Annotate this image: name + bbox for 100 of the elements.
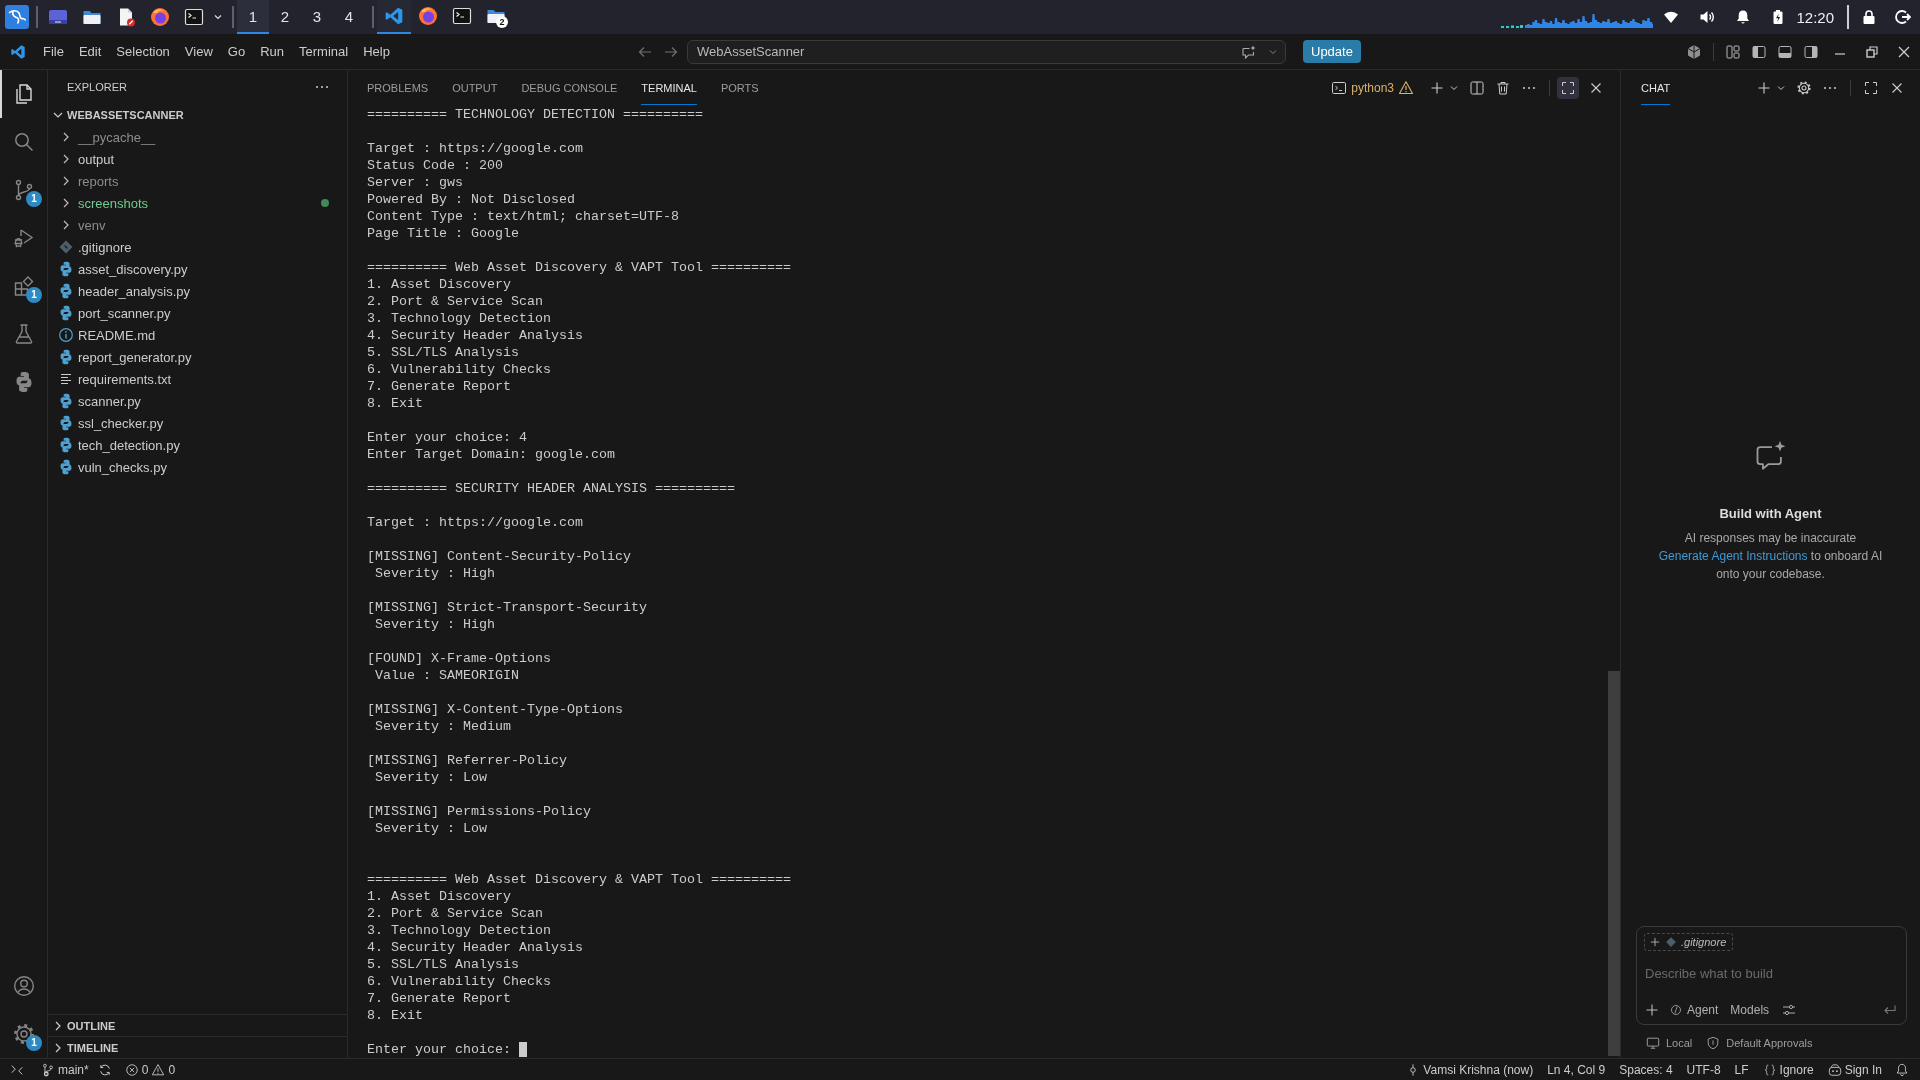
menu-item[interactable]: Help: [356, 34, 398, 69]
explorer-title: EXPLORER: [67, 81, 127, 93]
section-header[interactable]: OUTLINE: [48, 1014, 347, 1036]
app-menu-icon[interactable]: [5, 5, 29, 29]
speaker-icon[interactable]: [1699, 9, 1716, 25]
restore-icon[interactable]: [1864, 43, 1880, 60]
cube-icon[interactable]: [1686, 43, 1702, 60]
tree-item[interactable]: vuln_checks.py: [48, 456, 347, 478]
activity-item[interactable]: 1: [0, 262, 47, 310]
diamond-icon: [1665, 936, 1677, 948]
workspace-button[interactable]: 2: [269, 0, 301, 34]
mode-button[interactable]: Agent: [1670, 1003, 1719, 1017]
clock[interactable]: 12:20: [1796, 8, 1834, 26]
tree-item[interactable]: port_scanner.py: [48, 302, 347, 324]
chat-tab[interactable]: CHAT: [1641, 70, 1671, 105]
terminal-line: Status Code : 200: [367, 157, 503, 174]
panel-tab[interactable]: TERMINAL: [641, 70, 697, 105]
tree-item[interactable]: README.md: [48, 324, 347, 346]
remote-icon[interactable]: [10, 1062, 24, 1077]
trash-icon[interactable]: [1495, 79, 1511, 96]
sliders-icon[interactable]: [1781, 1002, 1798, 1018]
author-button[interactable]: Vamsi Krishna (now): [1399, 1059, 1541, 1080]
local-button[interactable]: Local: [1646, 1036, 1693, 1050]
terminal-line: 5. SSL/TLS Analysis: [367, 344, 519, 361]
tree-item[interactable]: ssl_checker.py: [48, 412, 347, 434]
tree-item[interactable]: requirements.txt: [48, 368, 347, 390]
scrollbar-thumb[interactable]: [1608, 671, 1620, 1056]
tree-item[interactable]: tech_detection.py: [48, 434, 347, 456]
menu-item[interactable]: Selection: [109, 34, 178, 69]
bell-icon[interactable]: [1895, 1062, 1909, 1077]
branch-button[interactable]: main*: [34, 1059, 96, 1080]
status-item[interactable]: LF: [1727, 1059, 1756, 1080]
status-item[interactable]: Spaces: 4: [1612, 1059, 1680, 1080]
menu-item[interactable]: Edit: [71, 34, 110, 69]
lock-icon[interactable]: [1861, 9, 1877, 25]
terminal-line: Page Title : Google: [367, 225, 519, 242]
taskbar-window[interactable]: 2: [479, 0, 513, 34]
tree-item[interactable]: header_analysis.py: [48, 280, 347, 302]
sidebar-left-icon[interactable]: [1751, 43, 1767, 60]
menu-item[interactable]: Run: [253, 34, 292, 69]
status-dot-icon: [321, 199, 329, 207]
split-icon[interactable]: [1469, 79, 1485, 96]
menu-item[interactable]: Terminal: [292, 34, 357, 69]
layout-grid-icon[interactable]: [1725, 43, 1741, 60]
workspace-button[interactable]: 3: [301, 0, 333, 34]
panel-tab[interactable]: PORTS: [720, 70, 759, 105]
plus-icon[interactable]: [1644, 1002, 1660, 1018]
panel-tab[interactable]: DEBUG CONSOLE: [521, 70, 618, 105]
logout-icon[interactable]: [1895, 9, 1911, 25]
workspace-button[interactable]: 1: [237, 0, 269, 34]
settings-icon[interactable]: [1796, 79, 1812, 96]
activity-item[interactable]: 1: [0, 166, 47, 214]
terminal-selector[interactable]: python3: [1331, 79, 1414, 96]
tree-item[interactable]: .gitignore: [48, 236, 347, 258]
terminal-icon[interactable]: [184, 7, 204, 27]
instructions-link[interactable]: Generate Agent Instructions: [1658, 549, 1808, 563]
status-item[interactable]: UTF-8: [1679, 1059, 1728, 1080]
panel-tab[interactable]: PROBLEMS: [367, 70, 429, 105]
tree-item[interactable]: scanner.py: [48, 390, 347, 412]
workspace-folder[interactable]: WEBASSETSCANNER: [48, 104, 347, 126]
maximize-button[interactable]: [1557, 76, 1579, 99]
terminal-line: [MISSING] Strict-Transport-Security: [367, 599, 647, 616]
prompt-field[interactable]: Describe what to build: [1644, 962, 1898, 984]
tree-item[interactable]: __pycache__: [48, 126, 347, 148]
browser-icon[interactable]: [150, 7, 170, 27]
terminal-line: Content Type : text/html; charset=UTF-8: [367, 208, 679, 225]
sidebar-right-icon[interactable]: [1803, 43, 1819, 60]
terminal-line: 8. Exit: [367, 1007, 423, 1024]
panel-bottom-icon[interactable]: [1777, 43, 1793, 60]
editor-logo-icon[interactable]: [10, 43, 26, 60]
maximize-icon[interactable]: [1863, 79, 1879, 96]
tree-item[interactable]: reports: [48, 170, 347, 192]
approvals-button[interactable]: Default Approvals: [1706, 1036, 1813, 1050]
problems-button[interactable]: 0 0: [117, 1059, 183, 1080]
activity-item[interactable]: 1: [0, 1010, 47, 1058]
terminal-line: [FOUND] X-Frame-Options: [367, 650, 551, 667]
menu-item[interactable]: Go: [220, 34, 254, 69]
tree-item[interactable]: venv: [48, 214, 347, 236]
menu-item[interactable]: View: [177, 34, 221, 69]
language-mode-button[interactable]: Ignore: [1755, 1059, 1821, 1080]
bell-icon[interactable]: [1735, 9, 1752, 25]
panel-tab[interactable]: OUTPUT: [452, 70, 498, 105]
snake-file-icon: [58, 261, 74, 277]
info-icon: [58, 327, 74, 343]
update-button[interactable]: Update: [1303, 40, 1361, 63]
status-item[interactable]: Ln 4, Col 9: [1540, 1059, 1613, 1080]
wifi-icon[interactable]: [1663, 9, 1680, 25]
attachment-chip[interactable]: .gitignore: [1644, 933, 1734, 951]
tree-item[interactable]: output: [48, 148, 347, 170]
tree-item[interactable]: screenshots: [48, 192, 347, 214]
tree-item[interactable]: asset_discovery.py: [48, 258, 347, 280]
monitor-icon[interactable]: [48, 7, 68, 27]
models-button[interactable]: Models: [1730, 1003, 1770, 1017]
sign-in-button[interactable]: Sign In: [1820, 1059, 1889, 1080]
tree-item[interactable]: report_generator.py: [48, 346, 347, 368]
menu-item[interactable]: File: [36, 34, 72, 69]
workspace-button[interactable]: 4: [333, 0, 365, 34]
sync-icon[interactable]: [97, 1062, 112, 1077]
terminal-line: Severity : Medium: [374, 718, 511, 735]
command-center[interactable]: WebAssetScanner: [687, 39, 1286, 64]
